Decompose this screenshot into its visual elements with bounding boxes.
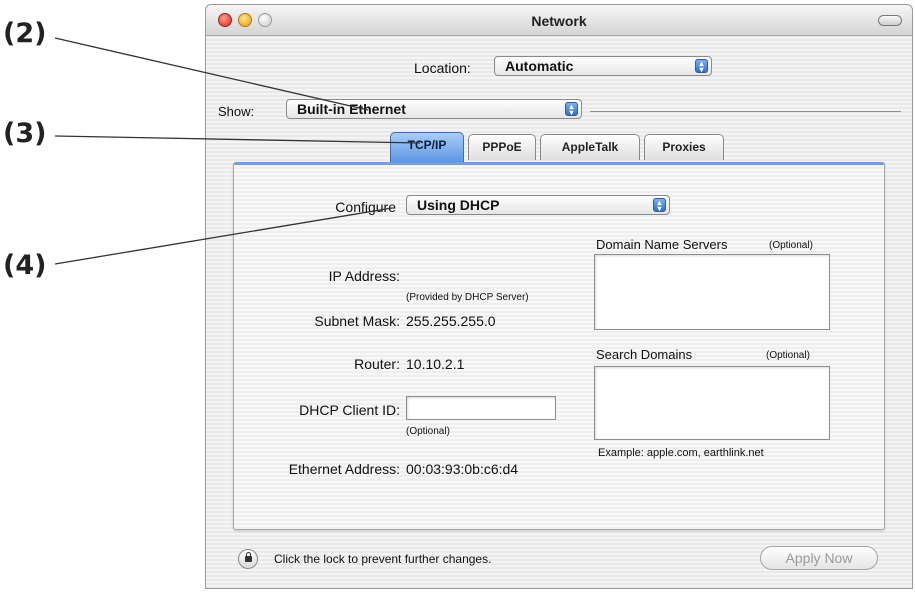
dhcp-client-id-note: (Optional) [406,426,450,437]
tab-proxies[interactable]: Proxies [644,134,724,160]
subnet-mask-value: 255.255.255.0 [406,313,496,329]
popup-arrows-icon: ▴ ▾ [653,198,666,213]
tab-pppoe[interactable]: PPPoE [468,134,536,160]
location-value: Automatic [505,58,574,74]
lock-text: Click the lock to prevent further change… [274,552,492,566]
tab-tcpip[interactable]: TCP/IP [390,132,464,162]
location-popup[interactable]: Automatic ▴ ▾ [494,56,712,76]
title-bar[interactable]: Network [206,5,912,36]
configure-value: Using DHCP [417,197,500,213]
search-domains-input[interactable] [594,366,830,440]
dhcp-client-id-label: DHCP Client ID: [299,402,400,418]
toolbar-toggle-button[interactable] [878,15,902,26]
show-popup[interactable]: Built-in Ethernet ▴ ▾ [286,99,582,119]
configure-label: Configure [335,199,396,215]
popup-arrows-icon: ▴ ▾ [565,102,578,117]
callout-4: (4) [3,250,47,281]
location-label: Location: [414,60,471,76]
ip-address-label: IP Address: [328,268,400,284]
callout-3: (3) [3,118,47,149]
show-label: Show: [218,104,255,119]
router-value: 10.10.2.1 [406,356,465,372]
dns-optional-note: (Optional) [769,240,813,251]
window-title: Network [531,13,587,29]
callout-2: (2) [3,18,47,49]
dns-servers-input[interactable] [594,254,830,330]
ethernet-address-value: 00:03:93:0b:c6:d4 [406,461,519,477]
dns-label: Domain Name Servers [596,237,728,252]
ethernet-address-label: Ethernet Address: [288,461,400,477]
dhcp-client-id-input[interactable] [406,396,556,420]
configure-popup[interactable]: Using DHCP ▴ ▾ [406,195,670,215]
show-divider [590,111,901,112]
lock-icon[interactable] [238,549,258,569]
search-domains-optional-note: (Optional) [766,350,810,361]
popup-arrows-icon: ▴ ▾ [695,59,708,74]
router-label: Router: [354,356,400,372]
search-domains-example: Example: apple.com, earthlink.net [598,447,764,459]
ip-address-note: (Provided by DHCP Server) [406,292,529,303]
subnet-mask-label: Subnet Mask: [314,313,400,329]
tab-appletalk[interactable]: AppleTalk [540,134,640,160]
apply-now-button[interactable]: Apply Now [760,546,878,570]
search-domains-label: Search Domains [596,347,693,362]
show-value: Built-in Ethernet [297,101,406,117]
